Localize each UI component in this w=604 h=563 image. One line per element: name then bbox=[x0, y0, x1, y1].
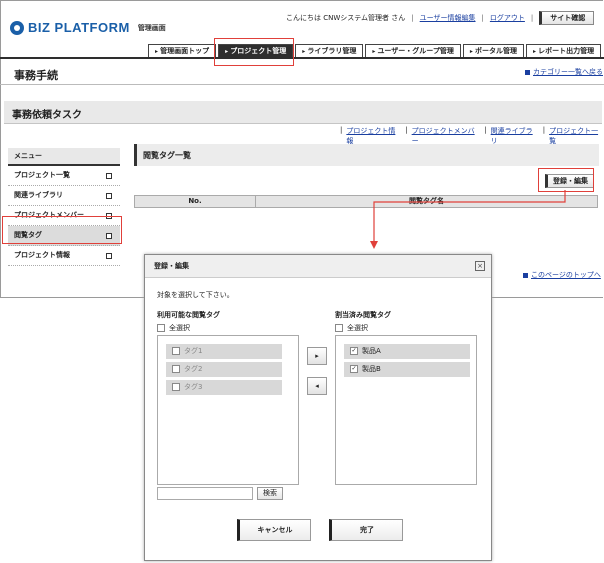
divider bbox=[0, 84, 604, 85]
task-title: 事務依頼タスク bbox=[12, 110, 82, 121]
assigned-tag-item[interactable]: ✓ 製品B bbox=[344, 362, 470, 377]
dialog-instruction: 対象を選択して下さい。 bbox=[157, 291, 234, 299]
project-sublinks: | プロジェクト情報 | プロジェクトメンバー | 関連ライブラリ | プロジェ… bbox=[340, 126, 604, 146]
site-check-button[interactable]: サイト確認 bbox=[539, 11, 595, 25]
dialog-title: 登録・編集 bbox=[145, 255, 491, 278]
sublink-project-info[interactable]: プロジェクト情報 bbox=[346, 126, 401, 146]
logout-link[interactable]: ログアウト bbox=[490, 13, 525, 23]
available-tag-item[interactable]: タグ1 bbox=[166, 344, 282, 359]
category-list-link[interactable]: カテゴリー一覧へ戻る bbox=[525, 67, 603, 77]
nav-underline bbox=[0, 57, 604, 59]
user-edit-link[interactable]: ユーザー情報編集 bbox=[420, 13, 476, 23]
main-title-bar bbox=[134, 144, 599, 166]
task-header-bar bbox=[4, 101, 602, 124]
checkbox-icon bbox=[335, 324, 343, 332]
search-input[interactable] bbox=[157, 487, 253, 500]
available-select-all[interactable]: 全選択 bbox=[157, 323, 190, 333]
top-bar: こんにちは CNWシステム管理者 さん | ユーザー情報編集 | ログアウト |… bbox=[286, 11, 595, 25]
move-right-button[interactable]: ▸ bbox=[307, 347, 327, 365]
logo-subtitle: 管理画面 bbox=[137, 23, 166, 32]
available-tags-label: 利用可能な閲覧タグ bbox=[157, 311, 220, 319]
page-top-link[interactable]: このページのトップへ bbox=[523, 270, 601, 280]
sublink-project-list[interactable]: プロジェクト一覧 bbox=[549, 126, 604, 146]
assigned-tag-item[interactable]: ✓ 製品A bbox=[344, 344, 470, 359]
sidebar-item-related-library[interactable]: 関連ライブラリ bbox=[8, 186, 120, 206]
checkbox-icon bbox=[157, 324, 165, 332]
sublink-related-library[interactable]: 関連ライブラリ bbox=[491, 126, 539, 146]
sidebar-heading: メニュー bbox=[8, 148, 120, 166]
nav-tab-admin-top[interactable]: 管理画面トップ bbox=[148, 44, 217, 58]
available-tag-item[interactable]: タグ2 bbox=[166, 362, 282, 377]
main-title: 閲覧タグ一覧 bbox=[143, 151, 191, 160]
highlight-project-tab bbox=[214, 38, 294, 66]
sidebar-menu: メニュー プロジェクト一覧 関連ライブラリ プロジェクトメンバー 閲覧タグ プロ… bbox=[8, 148, 120, 266]
sidebar-item-project-list[interactable]: プロジェクト一覧 bbox=[8, 166, 120, 186]
nav-tab-user-group[interactable]: ユーザー・グループ管理 bbox=[365, 44, 461, 58]
register-edit-dialog: 登録・編集 × 対象を選択して下さい。 利用可能な閲覧タグ 全選択 タグ1 タグ… bbox=[144, 254, 492, 561]
move-left-button[interactable]: ◂ bbox=[307, 377, 327, 395]
logo-mark-icon bbox=[10, 20, 24, 35]
assigned-tags-label: 割当済み閲覧タグ bbox=[335, 311, 391, 319]
cancel-button[interactable]: キャンセル bbox=[237, 519, 311, 541]
sidebar-item-project-info[interactable]: プロジェクト情報 bbox=[8, 246, 120, 266]
available-tags-list: タグ1 タグ2 タグ3 bbox=[157, 335, 299, 485]
search-button[interactable]: 検索 bbox=[257, 487, 283, 500]
page-title: 事務手続 bbox=[14, 69, 58, 82]
greeting-text: こんにちは CNWシステム管理者 さん bbox=[286, 14, 406, 22]
highlight-register-button bbox=[538, 168, 594, 192]
close-icon[interactable]: × bbox=[475, 261, 485, 271]
assigned-tags-list: ✓ 製品A ✓ 製品B bbox=[335, 335, 477, 485]
nav-tab-portal[interactable]: ポータル管理 bbox=[462, 44, 524, 58]
logo-text: BIZ PLATFORM bbox=[28, 20, 130, 35]
available-tag-item[interactable]: タグ3 bbox=[166, 380, 282, 395]
tag-table-header: No. 閲覧タグ名 bbox=[134, 195, 598, 208]
sublink-project-members[interactable]: プロジェクトメンバー bbox=[412, 126, 481, 146]
col-tag-name: 閲覧タグ名 bbox=[409, 197, 444, 205]
logo: BIZ PLATFORM 管理画面 bbox=[10, 20, 166, 35]
assigned-select-all[interactable]: 全選択 bbox=[335, 323, 368, 333]
nav-tab-library[interactable]: ライブラリ管理 bbox=[295, 44, 364, 58]
highlight-view-tags bbox=[2, 216, 122, 244]
done-button[interactable]: 完了 bbox=[329, 519, 403, 541]
col-no: No. bbox=[135, 196, 256, 207]
nav-tab-report[interactable]: レポート出力管理 bbox=[526, 44, 602, 58]
